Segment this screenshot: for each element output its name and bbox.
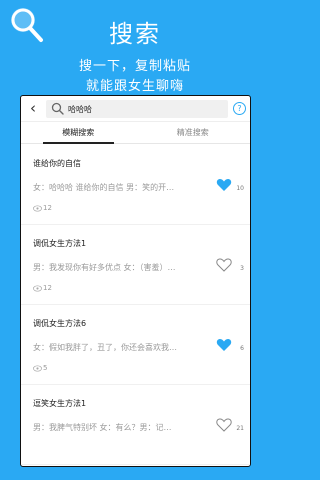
like-count: 6: [240, 345, 244, 352]
phone-screen: ‹ ? 模糊搜索 精准搜索 谁给你的自信 女：哈哈哈 谁给你的自信 男：笑的开……: [20, 95, 251, 467]
list-item[interactable]: 调侃女生方法1 男：我发现你有好多优点 女：（害羞）… 3 12: [21, 225, 250, 305]
view-count-value: 12: [43, 204, 52, 212]
search-bar: ‹ ?: [21, 96, 250, 122]
heart-outline-icon[interactable]: [216, 258, 232, 272]
view-count-value: 5: [43, 364, 48, 372]
back-button[interactable]: ‹: [25, 99, 41, 117]
item-title: 谁给你的自信: [33, 159, 81, 168]
item-content: 女：哈哈哈 谁给你的自信 男：笑的开…: [33, 183, 175, 192]
list-item[interactable]: 谁给你的自信 女：哈哈哈 谁给你的自信 男：笑的开… 10 12: [21, 145, 250, 225]
heart-filled-icon[interactable]: [216, 338, 232, 352]
result-list: 谁给你的自信 女：哈哈哈 谁给你的自信 男：笑的开… 10 12 调侃女生方法1…: [21, 145, 250, 465]
list-item[interactable]: 调侃女生方法6 女：假如我胖了，丑了，你还会喜欢我… 6 5: [21, 305, 250, 385]
like-count: 10: [236, 185, 244, 192]
item-title: 调侃女生方法6: [33, 319, 87, 328]
search-input[interactable]: [68, 104, 218, 114]
help-button[interactable]: ?: [233, 102, 246, 115]
like-count: 3: [240, 265, 244, 272]
item-title: 调侃女生方法1: [33, 239, 87, 248]
item-content: 男：我发现你有好多优点 女：（害羞）…: [33, 263, 176, 272]
item-content: 男：我脾气特别坏 女：有么？男：记…: [33, 423, 172, 432]
tab-fuzzy-search[interactable]: 模糊搜索: [21, 123, 136, 144]
hero-subtitle-line2: 就能跟女生聊嗨: [85, 79, 184, 94]
search-mode-tabs: 模糊搜索 精准搜索: [21, 123, 250, 144]
list-item[interactable]: 逗笑女生方法1 男：我脾气特别坏 女：有么？男：记… 21: [21, 385, 250, 465]
like-count: 21: [236, 425, 244, 432]
item-title: 逗笑女生方法1: [33, 399, 87, 408]
view-count: 5: [33, 364, 47, 372]
search-box[interactable]: [46, 100, 228, 118]
eye-icon: [33, 284, 42, 292]
hero-title: 搜索: [109, 20, 161, 48]
tab-exact-search[interactable]: 精准搜索: [136, 123, 251, 143]
view-count-value: 12: [43, 284, 52, 292]
view-count: 12: [33, 284, 52, 292]
hero-subtitle-line1: 搜一下，复制粘贴: [78, 59, 191, 74]
view-count: 12: [33, 204, 52, 212]
eye-icon: [33, 204, 42, 212]
heart-outline-icon[interactable]: [216, 418, 232, 432]
heart-filled-icon[interactable]: [216, 178, 232, 192]
item-content: 女：假如我胖了，丑了，你还会喜欢我…: [33, 343, 177, 352]
eye-icon: [33, 364, 42, 372]
search-icon: [51, 102, 64, 115]
